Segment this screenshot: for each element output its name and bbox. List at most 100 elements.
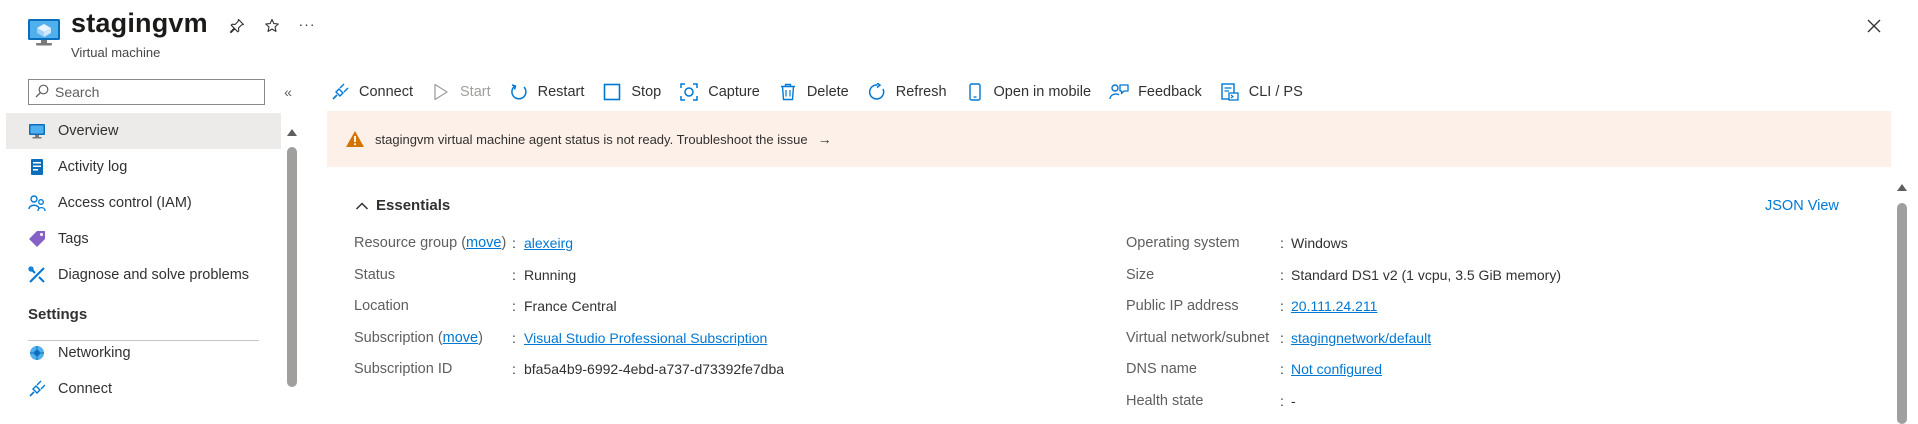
sidebar-item-label: Tags (58, 231, 89, 247)
essentials-toggle[interactable]: Essentials (354, 197, 450, 214)
prop-subscription: Subscription (move) (354, 327, 483, 349)
prop-health-state: Health state (1126, 393, 1204, 409)
prop-colon: : (512, 235, 516, 251)
wrench-icon (28, 266, 46, 284)
plug-icon (28, 380, 46, 398)
refresh-button[interactable]: Refresh (867, 78, 947, 106)
prop-location: Location (354, 298, 409, 314)
page-subtitle: Virtual machine (71, 45, 161, 60)
capture-icon (679, 82, 699, 102)
prop-public-ip: Public IP address (1126, 298, 1239, 314)
virtual-machine-icon (27, 17, 61, 47)
sidebar-item-label: Access control (IAM) (58, 195, 192, 211)
prop-colon: : (512, 330, 516, 346)
capture-button[interactable]: Capture (679, 78, 760, 106)
page-title: stagingvm (71, 8, 208, 38)
prop-colon: : (1280, 330, 1284, 346)
sidebar-item-activity-log[interactable]: Activity log (6, 149, 281, 185)
health-state-value: - (1291, 393, 1296, 409)
plug-icon (330, 82, 350, 102)
chevron-up-icon (354, 198, 370, 214)
sidebar-divider (28, 340, 259, 341)
sidebar-scroll-up-icon[interactable] (286, 124, 298, 136)
prop-colon: : (1280, 361, 1284, 377)
feedback-button[interactable]: Feedback (1109, 78, 1202, 106)
prop-virtual-network: Virtual network/subnet (1126, 330, 1270, 346)
sidebar-item-label: Overview (58, 123, 119, 139)
sidebar-search-box[interactable] (28, 79, 265, 105)
prop-status: Status (354, 267, 396, 283)
move-subscription-link[interactable]: move (443, 330, 478, 346)
delete-button[interactable]: Delete (778, 78, 849, 106)
prop-subscription-id: Subscription ID (354, 361, 453, 377)
cli-ps-button[interactable]: CLI / PS (1220, 78, 1303, 106)
essentials-title: Essentials (376, 197, 451, 214)
move-resource-group-link[interactable]: move (466, 235, 501, 251)
start-button[interactable]: Start (431, 78, 491, 106)
sidebar-item-label: Connect (58, 381, 113, 397)
activity-log-icon (28, 158, 46, 176)
tag-icon (28, 230, 46, 248)
pin-icon[interactable] (226, 15, 248, 37)
connect-button[interactable]: Connect (330, 78, 413, 106)
stop-button[interactable]: Stop (602, 78, 661, 106)
open-in-mobile-button[interactable]: Open in mobile (965, 78, 1091, 106)
sidebar-item-diagnose[interactable]: Diagnose and solve problems (6, 257, 281, 293)
restart-button[interactable]: Restart (509, 78, 584, 106)
resource-group-link[interactable]: alexeirg (524, 235, 573, 251)
status-value: Running (524, 267, 577, 283)
refresh-icon (867, 82, 887, 102)
network-icon (28, 344, 46, 362)
stop-icon (602, 82, 622, 102)
banner-arrow-icon[interactable]: → (818, 131, 832, 147)
location-value: France Central (524, 298, 617, 314)
main-scroll-up-icon[interactable] (1896, 179, 1908, 191)
prop-colon: : (1280, 298, 1284, 314)
prop-size: Size (1126, 267, 1155, 283)
search-icon (35, 84, 49, 101)
sidebar-item-tags[interactable]: Tags (6, 221, 281, 257)
restart-icon (509, 82, 529, 102)
mobile-icon (965, 82, 985, 102)
subscription-id-value: bfa5a4b9-6992-4ebd-a737-d73392fe7dba (524, 361, 785, 377)
prop-colon: : (512, 267, 516, 283)
sidebar-item-label: Networking (58, 345, 131, 361)
prop-dns-name: DNS name (1126, 361, 1197, 377)
operating-system-value: Windows (1291, 235, 1348, 251)
more-icon[interactable]: ··· (296, 13, 318, 35)
sidebar-nav: Overview Activity log Access control (IA… (6, 113, 281, 407)
agent-status-warning-banner[interactable]: stagingvm virtual machine agent status i… (327, 111, 1891, 167)
subscription-link[interactable]: Visual Studio Professional Subscription (524, 330, 767, 346)
prop-colon: : (512, 298, 516, 314)
json-view-link[interactable]: JSON View (1765, 198, 1839, 214)
prop-key: Subscription (move) (354, 330, 483, 346)
monitor-icon (28, 122, 46, 140)
prop-colon: : (512, 361, 516, 377)
search-input[interactable] (55, 84, 255, 100)
dns-name-link[interactable]: Not configured (1291, 361, 1382, 377)
prop-colon: : (1280, 235, 1284, 251)
public-ip-link[interactable]: 20.111.24.211 (1291, 298, 1377, 314)
sidebar-scrollbar[interactable] (287, 147, 297, 387)
close-icon[interactable] (1862, 14, 1886, 38)
prop-resource-group: Resource group (move) (354, 232, 506, 254)
virtual-network-link[interactable]: stagingnetwork/default (1291, 330, 1431, 346)
prop-key: Resource group (move) (354, 235, 507, 251)
prop-operating-system: Operating system (1126, 235, 1240, 251)
sidebar-item-label: Activity log (58, 159, 128, 175)
size-value: Standard DS1 v2 (1 vcpu, 3.5 GiB memory) (1291, 267, 1561, 283)
feedback-icon (1109, 82, 1129, 102)
play-icon (431, 82, 451, 102)
sidebar-item-label: Diagnose and solve problems (58, 267, 250, 283)
sidebar-item-access-control[interactable]: Access control (IAM) (6, 185, 281, 221)
command-toolbar: Connect Start Restart Stop Capture Delet… (330, 78, 1321, 106)
sidebar-item-overview[interactable]: Overview (6, 113, 281, 149)
sidebar-item-connect[interactable]: Connect (6, 371, 281, 407)
collapse-sidebar-icon[interactable]: « (278, 82, 298, 102)
cli-icon (1220, 82, 1240, 102)
main-scrollbar[interactable] (1897, 203, 1907, 424)
prop-colon: : (1280, 267, 1284, 283)
star-icon[interactable] (261, 15, 283, 37)
page-header: stagingvm Virtual machine ··· (0, 0, 1918, 68)
sidebar-section-settings: Settings (28, 305, 88, 323)
